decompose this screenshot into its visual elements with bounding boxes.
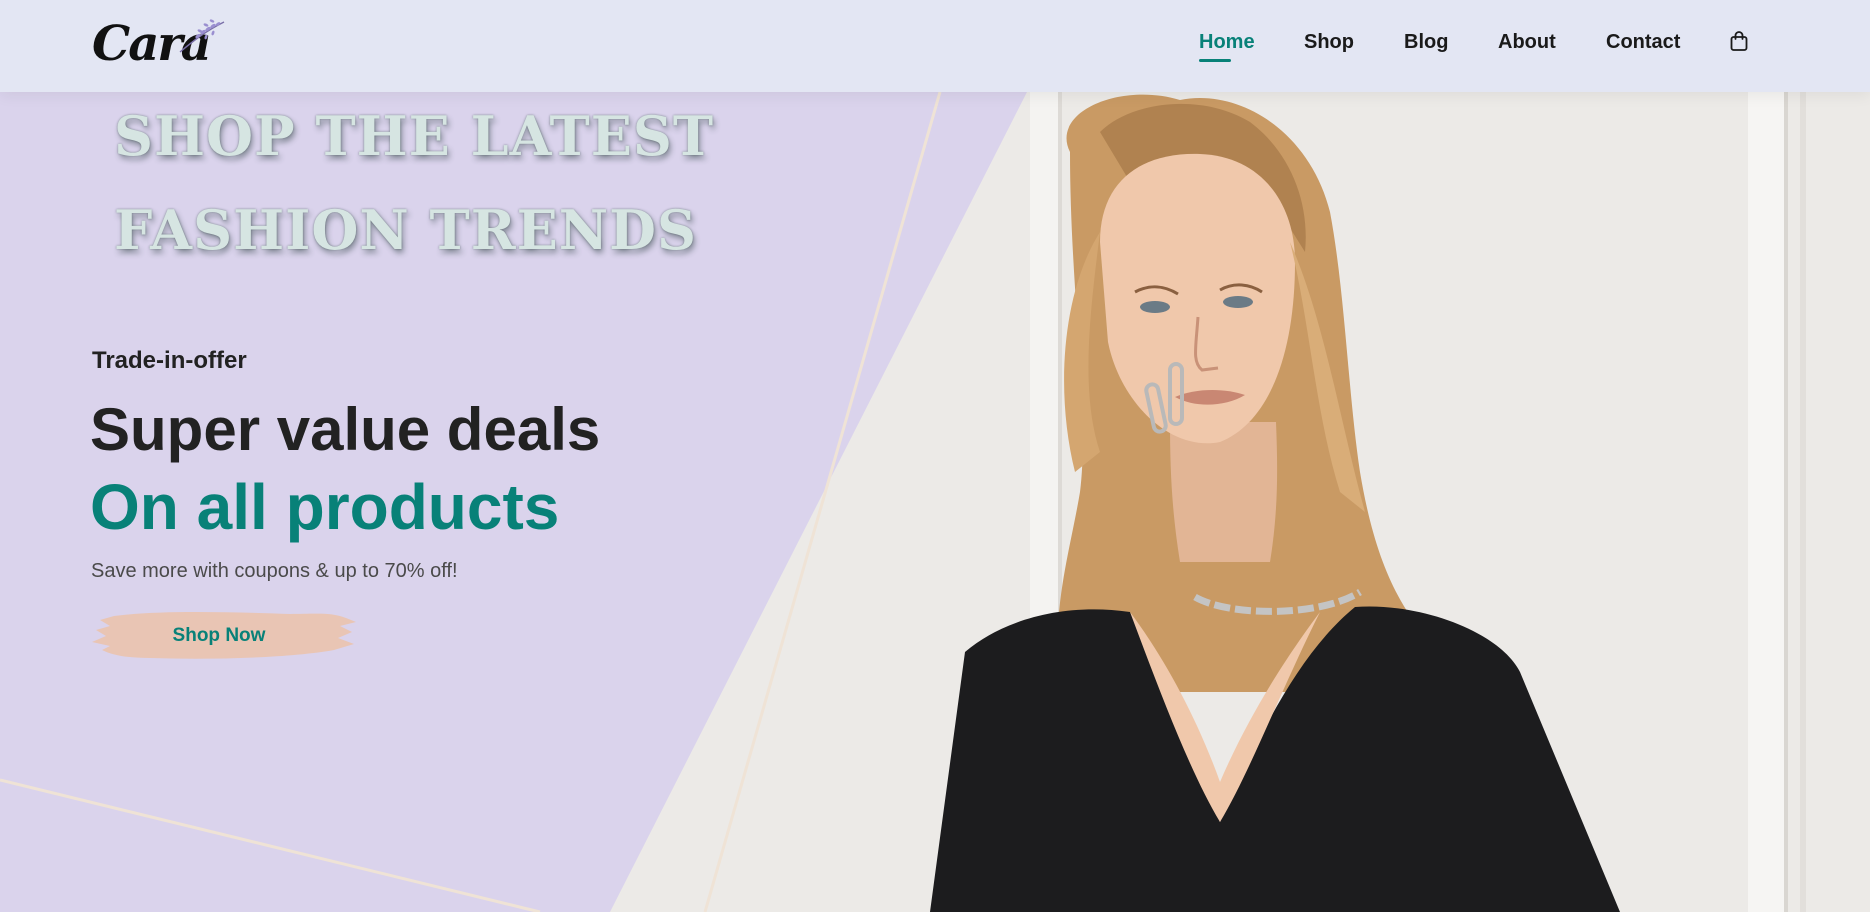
active-indicator bbox=[1199, 59, 1231, 62]
lavender-sprig-icon bbox=[179, 19, 225, 53]
hero-section: SHOP THE LATEST FASHION TRENDS Trade-in-… bbox=[0, 92, 1870, 912]
nav-item-shop[interactable]: Shop bbox=[1304, 31, 1354, 54]
hero-subtext: Save more with coupons & up to 70% off! bbox=[91, 560, 458, 582]
nav-label-home: Home bbox=[1199, 31, 1255, 53]
site-header: Cara Home Shop Blog About Contact bbox=[0, 0, 1870, 92]
overlay-title-line2: FASHION TRENDS bbox=[114, 198, 697, 262]
hero-headline: Super value deals bbox=[90, 396, 601, 463]
nav-label-shop: Shop bbox=[1304, 31, 1354, 53]
shop-now-label: Shop Now bbox=[172, 625, 266, 646]
overlay-title-line1: SHOP THE LATEST bbox=[114, 104, 715, 168]
offer-tag: Trade-in-offer bbox=[92, 347, 247, 374]
nav-label-about: About bbox=[1498, 31, 1556, 53]
model-photo bbox=[930, 94, 1620, 912]
nav-item-contact[interactable]: Contact bbox=[1606, 31, 1680, 54]
nav-item-blog[interactable]: Blog bbox=[1404, 31, 1448, 54]
nav-item-home[interactable]: Home bbox=[1199, 31, 1255, 62]
nav-label-contact: Contact bbox=[1606, 31, 1681, 53]
hero-headline-accent: On all products bbox=[90, 471, 560, 543]
nav-item-about[interactable]: About bbox=[1498, 31, 1556, 54]
shopping-bag-icon[interactable] bbox=[1729, 30, 1749, 52]
shop-now-button[interactable]: Shop Now bbox=[90, 606, 360, 666]
nav-label-blog: Blog bbox=[1404, 31, 1449, 53]
logo[interactable]: Cara bbox=[92, 14, 225, 74]
